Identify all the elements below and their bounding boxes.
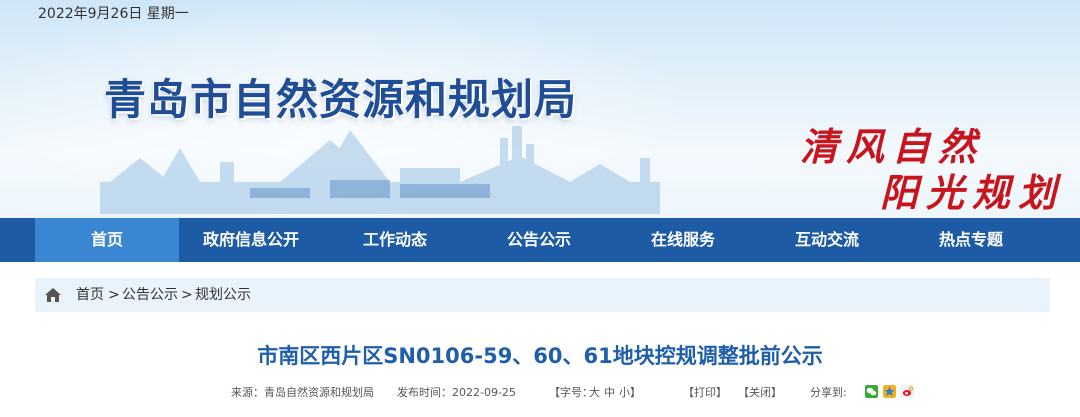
nav-item-interaction[interactable]: 互动交流 — [755, 218, 899, 262]
nav-item-home[interactable]: 首页 — [35, 218, 179, 262]
header-banner: 2022年9月26日 星期一 青岛市自然资源和规划局 清风自然 阳光规划 — [0, 0, 1080, 218]
nav-item-announcements[interactable]: 公告公示 — [467, 218, 611, 262]
slogan-line-2: 阳光规划 — [880, 170, 1065, 215]
article-source: 来源：青岛自然资源和规划局 — [231, 386, 374, 399]
site-title: 青岛市自然资源和规划局 — [104, 75, 578, 124]
weibo-icon[interactable] — [901, 385, 914, 398]
wechat-icon[interactable] — [865, 385, 878, 398]
font-size-medium-button[interactable]: 中 — [604, 384, 615, 400]
nav-item-gov-info[interactable]: 政府信息公开 — [179, 218, 323, 262]
breadcrumb-separator: > — [181, 287, 193, 303]
print-button[interactable]: 【打印】 — [683, 384, 727, 400]
home-icon — [45, 288, 61, 302]
breadcrumb-announcements[interactable]: 公告公示 — [122, 278, 178, 312]
close-button[interactable]: 【关闭】 — [738, 384, 782, 400]
nav-item-hot-topics[interactable]: 热点专题 — [899, 218, 1043, 262]
font-size-prefix: 【字号： — [549, 386, 593, 399]
article-publish-time: 发布时间：2022-09-25 — [397, 386, 516, 399]
nav-item-work-news[interactable]: 工作动态 — [323, 218, 467, 262]
main-nav: 首页 政府信息公开 工作动态 公告公示 在线服务 互动交流 热点专题 — [0, 218, 1080, 262]
breadcrumb-planning-notice[interactable]: 规划公示 — [195, 278, 251, 312]
city-skyline-illustration — [100, 126, 660, 214]
font-size-small-button[interactable]: 小 — [619, 384, 630, 400]
breadcrumb-home[interactable]: 首页 — [76, 278, 104, 312]
breadcrumb: 首页 > 公告公示 > 规划公示 — [35, 278, 1050, 312]
article-title: 市南区西片区SN0106-59、60、61地块控规调整批前公示 — [257, 344, 823, 368]
nav-item-online-service[interactable]: 在线服务 — [611, 218, 755, 262]
font-size-suffix: 】 — [630, 386, 641, 399]
current-date: 2022年9月26日 星期一 — [38, 6, 189, 22]
qzone-icon[interactable] — [883, 385, 896, 398]
breadcrumb-separator: > — [108, 287, 120, 303]
font-size-large-button[interactable]: 大 — [589, 384, 600, 400]
share-label: 分享到: — [810, 386, 847, 399]
